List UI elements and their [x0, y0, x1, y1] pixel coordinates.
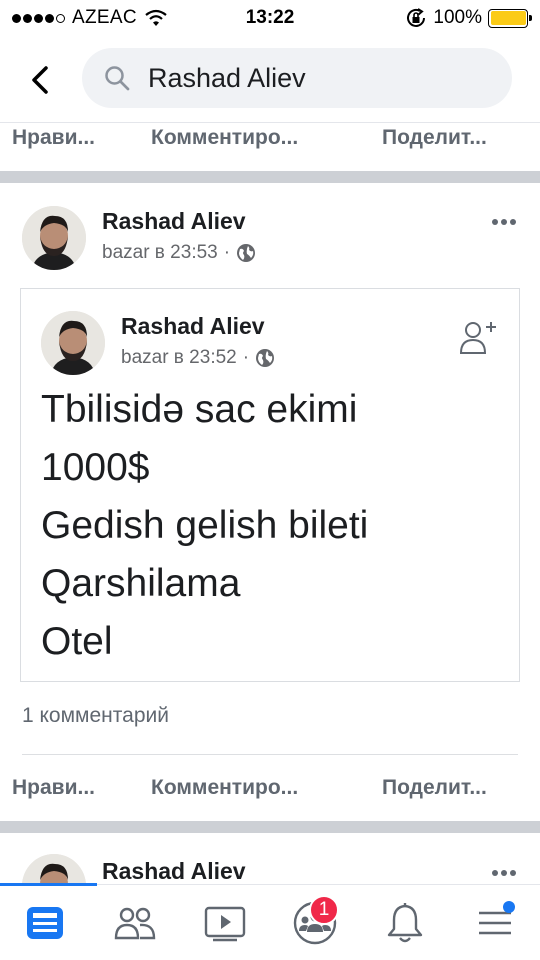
- post-meta: bazar в 23:53 ·: [102, 242, 256, 264]
- shared-author-name[interactable]: Rashad Aliev: [121, 313, 265, 340]
- header: Rashad Aliev: [0, 36, 540, 122]
- tab-watch[interactable]: [197, 895, 253, 951]
- next-post-author-name[interactable]: Rashad Aliev: [102, 858, 246, 885]
- watch-icon: [204, 906, 246, 942]
- shared-post-meta: bazar в 23:52 ·: [121, 347, 275, 369]
- tab-groups[interactable]: 1: [287, 895, 343, 951]
- comments-count[interactable]: 1 комментарий: [22, 704, 169, 728]
- signal-strength-icon: [12, 13, 65, 23]
- shared-post-timestamp[interactable]: bazar в 23:52: [121, 347, 237, 369]
- search-icon: [105, 66, 130, 91]
- post-timestamp[interactable]: bazar в 23:53: [102, 242, 218, 264]
- groups-badge: 1: [309, 895, 339, 925]
- like-button[interactable]: Нрави...: [12, 776, 95, 800]
- back-chevron-icon: [32, 66, 48, 94]
- reactions-divider: [22, 754, 518, 755]
- share-button[interactable]: Поделит...: [382, 776, 487, 800]
- post-body: Tbilisidə sac ekimi 1000$ Gedish gelish …: [41, 381, 368, 671]
- friends-icon: [114, 907, 156, 940]
- author-avatar[interactable]: [22, 206, 86, 270]
- search-input[interactable]: Rashad Aliev: [82, 48, 512, 108]
- post-line: Qarshilama: [41, 562, 241, 605]
- rotation-lock-icon: [407, 8, 426, 27]
- header-divider: [0, 122, 540, 123]
- meta-separator: ·: [223, 242, 231, 263]
- add-friend-icon[interactable]: [459, 319, 497, 355]
- shared-post-card[interactable]: Rashad Aliev bazar в 23:52 · Tbilisidə s…: [20, 288, 520, 682]
- back-button[interactable]: [22, 60, 58, 100]
- like-button[interactable]: Нрави...: [12, 126, 95, 150]
- search-query: Rashad Aliev: [148, 62, 306, 93]
- feed-separator: [0, 821, 540, 833]
- globe-icon: [256, 349, 275, 367]
- feed-separator: [0, 171, 540, 183]
- tab-notifications[interactable]: [377, 895, 433, 951]
- status-bar: AZEAC 13:22 100%: [0, 0, 540, 36]
- post-line: Tbilisidə sac ekimi: [41, 388, 358, 431]
- avatar-photo: [22, 206, 86, 270]
- tab-news-feed[interactable]: [17, 895, 73, 951]
- tab-menu[interactable]: [467, 895, 523, 951]
- menu-notification-dot: [503, 901, 515, 913]
- meta-separator: ·: [242, 347, 250, 368]
- wifi-icon: [145, 9, 167, 26]
- notifications-icon: [387, 903, 423, 943]
- battery-icon: [488, 8, 532, 28]
- more-options-icon[interactable]: [492, 870, 516, 876]
- comment-button[interactable]: Комментиро...: [151, 126, 298, 150]
- avatar-photo: [41, 311, 105, 375]
- post-line: Otel: [41, 620, 113, 663]
- post-line: Gedish gelish bileti: [41, 504, 369, 547]
- share-button[interactable]: Поделит...: [382, 126, 487, 150]
- tab-bar: 1: [0, 884, 540, 960]
- shared-author-avatar[interactable]: [41, 311, 105, 375]
- post-author-name[interactable]: Rashad Aliev: [102, 208, 246, 235]
- news-feed-icon: [27, 907, 63, 939]
- active-tab-indicator: [0, 883, 97, 886]
- tab-friends[interactable]: [107, 895, 163, 951]
- battery-percentage: 100%: [433, 7, 482, 28]
- globe-icon: [237, 244, 256, 262]
- comment-button[interactable]: Комментиро...: [151, 776, 298, 800]
- carrier-name: AZEAC: [72, 7, 137, 28]
- post-line: 1000$: [41, 446, 150, 489]
- post-actions: Нрави... Комментиро... Поделит...: [0, 766, 540, 810]
- more-options-icon[interactable]: [492, 219, 516, 225]
